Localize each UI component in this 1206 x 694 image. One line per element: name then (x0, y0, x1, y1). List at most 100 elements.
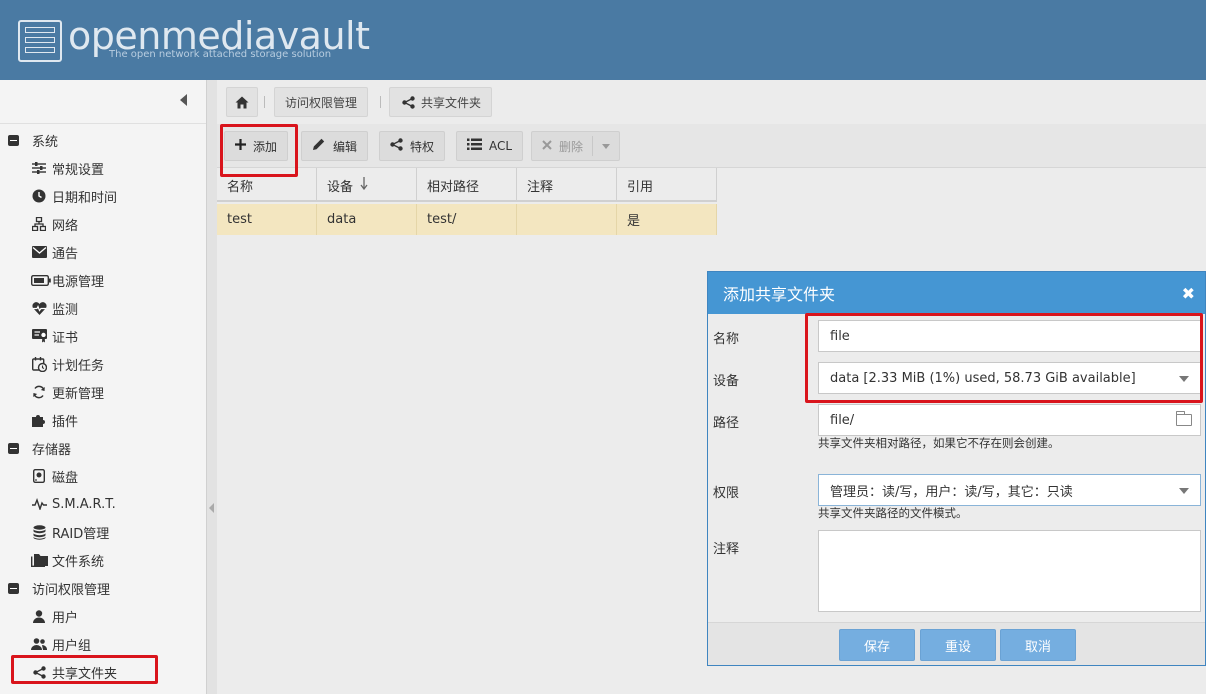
sidebar-item-label: 监测 (52, 302, 79, 318)
refresh-icon (31, 384, 47, 400)
splitter-arrow-icon[interactable] (209, 503, 214, 513)
acl-button-label: ACL (489, 139, 513, 153)
plus-icon (235, 138, 246, 154)
add-shared-folder-dialog: 添加共享文件夹 ✖ 名称 file 设备 data [2.33 MiB (1%)… (707, 271, 1206, 666)
cell-device: data (317, 204, 417, 235)
nav-group-access-rights[interactable]: 访问权限管理 (0, 574, 206, 602)
privileges-button-label: 特权 (410, 139, 435, 154)
nav-group-storage[interactable]: 存储器 (0, 434, 206, 462)
comment-textarea[interactable] (818, 530, 1201, 612)
reset-button[interactable]: 重设 (920, 629, 996, 661)
close-icon[interactable]: ✖ (1182, 284, 1195, 303)
path-hint: 共享文件夹相对路径，如果它不存在则会创建。 (818, 436, 1060, 450)
chevron-down-icon[interactable] (602, 144, 611, 149)
breadcrumb-label: 访问权限管理 (285, 95, 358, 110)
edit-button[interactable]: 编辑 (301, 131, 369, 161)
chevron-down-icon[interactable] (1179, 488, 1189, 494)
path-label: 路径 (713, 416, 740, 431)
sidebar-item-network[interactable]: 网络 (0, 210, 206, 238)
collapse-left-icon[interactable] (180, 94, 187, 106)
chevron-down-icon[interactable] (1179, 376, 1189, 382)
name-field[interactable]: file (818, 320, 1201, 352)
device-select[interactable]: data [2.33 MiB (1%) used, 58.73 GiB avai… (818, 362, 1201, 394)
nav-tree: 系统 常规设置 日期和时间 网络 通告 电源管理 监测 证书 计划任务 更新管理… (0, 126, 206, 686)
sidebar-item-datetime[interactable]: 日期和时间 (0, 182, 206, 210)
certificate-icon (31, 328, 47, 344)
sidebar-item-power[interactable]: 电源管理 (0, 266, 206, 294)
sidebar-item-plugins[interactable]: 插件 (0, 406, 206, 434)
device-select-value: data [2.33 MiB (1%) used, 58.73 GiB avai… (830, 370, 1136, 386)
path-field[interactable]: file/ (818, 404, 1201, 436)
sidebar-item-scheduled-jobs[interactable]: 计划任务 (0, 350, 206, 378)
breadcrumb-item[interactable]: 共享文件夹 (389, 87, 493, 117)
collapse-minus-icon[interactable] (8, 134, 19, 146)
permissions-select-value: 管理员：读/写，用户：读/写，其它：只读 (830, 484, 1073, 500)
sidebar-item-raid[interactable]: RAID管理 (0, 518, 206, 546)
sidebar-item-disks[interactable]: 磁盘 (0, 462, 206, 490)
breadcrumb-home[interactable] (226, 87, 258, 117)
column-header-comment[interactable]: 注释 (517, 168, 617, 202)
user-icon (31, 608, 47, 624)
save-button-label: 保存 (863, 639, 890, 655)
column-header-path[interactable]: 相对路径 (417, 168, 517, 202)
network-icon (31, 216, 47, 232)
breadcrumb-label: 共享文件夹 (421, 95, 482, 110)
column-header-device[interactable]: 设备 (317, 168, 417, 202)
permissions-select[interactable]: 管理员：读/写，用户：读/写，其它：只读 (818, 474, 1201, 506)
column-header-label: 相对路径 (427, 179, 480, 195)
nav-group-system[interactable]: 系统 (0, 126, 206, 154)
clock-icon (31, 188, 47, 204)
column-header-label: 注释 (527, 179, 554, 195)
sort-arrow-down-icon (360, 176, 368, 194)
reset-button-label: 重设 (944, 639, 971, 655)
close-icon (542, 139, 552, 154)
permissions-hint: 共享文件夹路径的文件模式。 (818, 506, 968, 520)
sidebar-item-shared-folders[interactable]: 共享文件夹 (0, 658, 206, 686)
name-label: 名称 (713, 332, 740, 347)
sidebar-item-general[interactable]: 常规设置 (0, 154, 206, 182)
sidebar-item-label: 插件 (52, 414, 79, 430)
sidebar-item-groups[interactable]: 用户组 (0, 630, 206, 658)
folder-icon[interactable] (1175, 411, 1192, 426)
logo-icon (18, 20, 62, 62)
column-header-name[interactable]: 名称 (217, 168, 317, 202)
collapse-minus-icon[interactable] (8, 582, 19, 594)
sidebar-item-notification[interactable]: 通告 (0, 238, 206, 266)
sidebar-item-users[interactable]: 用户 (0, 602, 206, 630)
table-row[interactable]: test data test/ 是 (217, 204, 717, 235)
sidebar-item-label: 通告 (52, 246, 79, 262)
sidebar-item-smart[interactable]: S.M.A.R.T. (0, 490, 206, 518)
sidebar-item-label: 共享文件夹 (52, 666, 118, 682)
sidebar-item-label: 磁盘 (52, 470, 79, 486)
column-header-label: 设备 (327, 179, 354, 195)
acl-button[interactable]: ACL (456, 131, 524, 161)
app-header: openmediavault The open network attached… (0, 0, 1206, 80)
heartbeat-icon (31, 300, 47, 316)
share-icon (31, 664, 47, 680)
sidebar-item-label: 电源管理 (52, 274, 105, 290)
column-header-label: 引用 (627, 179, 654, 195)
privileges-button[interactable]: 特权 (379, 131, 446, 161)
add-button[interactable]: 添加 (224, 131, 289, 161)
dialog-titlebar: 添加共享文件夹 ✖ (708, 272, 1205, 314)
users-icon (31, 636, 47, 652)
column-header-referenced[interactable]: 引用 (617, 168, 717, 202)
sidebar-splitter[interactable] (207, 80, 217, 694)
sidebar-item-filesystems[interactable]: 文件系统 (0, 546, 206, 574)
cell-comment (517, 204, 617, 235)
sidebar-item-certificates[interactable]: 证书 (0, 322, 206, 350)
collapse-minus-icon[interactable] (8, 442, 19, 454)
add-button-label: 添加 (253, 139, 278, 154)
delete-button[interactable]: 删除 (531, 131, 621, 161)
column-header-label: 名称 (227, 179, 254, 195)
sidebar-item-monitoring[interactable]: 监测 (0, 294, 206, 322)
cancel-button[interactable]: 取消 (1000, 629, 1076, 661)
save-button[interactable]: 保存 (839, 629, 915, 661)
cancel-button-label: 取消 (1024, 639, 1051, 655)
pulse-icon (31, 496, 47, 512)
sidebar-item-updates[interactable]: 更新管理 (0, 378, 206, 406)
share-icon (390, 137, 403, 155)
breadcrumb-item[interactable]: 访问权限管理 (274, 87, 369, 117)
sidebar-item-label: 常规设置 (52, 162, 105, 178)
home-icon (235, 96, 249, 108)
